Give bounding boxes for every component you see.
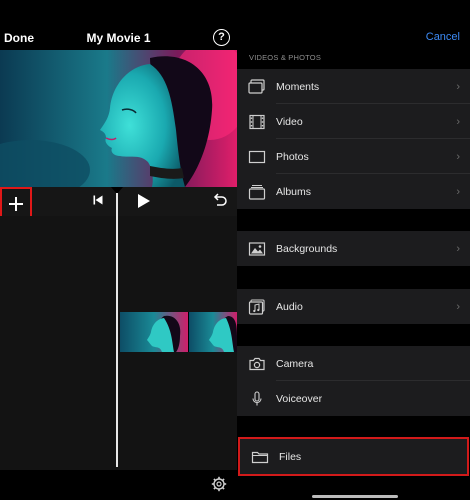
camera-icon: [248, 356, 266, 372]
photo-frame-icon: [248, 149, 266, 165]
chevron-right-icon: ›: [456, 115, 460, 128]
menu-item-backgrounds[interactable]: Backgrounds ›: [237, 231, 470, 266]
editor-header: Done My Movie 1 ?: [0, 0, 237, 50]
chevron-right-icon: ›: [456, 242, 460, 255]
play-icon[interactable]: [137, 193, 151, 209]
menu-item-label: Photos: [276, 150, 309, 163]
menu-item-camera[interactable]: Camera: [237, 346, 470, 381]
timeline[interactable]: [0, 216, 237, 470]
gear-icon[interactable]: [211, 476, 227, 492]
albums-icon: [248, 184, 266, 200]
skip-to-start-icon[interactable]: [92, 194, 104, 206]
playhead-line[interactable]: [116, 193, 118, 467]
clip-thumbnails: [120, 312, 237, 352]
movie-editor: Done My Movie 1 ?: [0, 0, 237, 500]
menu-item-label: Backgrounds: [276, 242, 338, 255]
cancel-button[interactable]: Cancel: [426, 31, 460, 43]
menu-item-label: Audio: [276, 300, 303, 313]
chevron-right-icon: ›: [456, 300, 460, 313]
video-preview: [0, 50, 237, 187]
chevron-right-icon: ›: [456, 185, 460, 198]
preview-frame-image: [0, 50, 237, 187]
files-group: Files: [238, 437, 469, 476]
backgrounds-group: Backgrounds ›: [237, 231, 470, 266]
folder-icon: [251, 449, 269, 465]
menu-item-label: Albums: [276, 185, 312, 198]
microphone-icon: [248, 390, 266, 407]
menu-item-photos[interactable]: Photos ›: [237, 139, 470, 174]
menu-item-label: Camera: [276, 357, 314, 370]
media-browser: Cancel VIDEOS & PHOTOS Moments › Video ›…: [237, 0, 470, 500]
help-button[interactable]: ?: [213, 29, 230, 46]
menu-item-files[interactable]: Files: [240, 439, 467, 474]
recording-group: Camera Voiceover: [237, 346, 470, 416]
section-header: VIDEOS & PHOTOS: [249, 53, 322, 62]
film-strip-icon: [248, 114, 266, 130]
home-indicator: [312, 495, 398, 498]
videos-photos-group: Moments › Video › Photos › Albums ›: [237, 69, 470, 209]
timeline-video-clip[interactable]: [120, 312, 237, 352]
project-title: My Movie 1: [86, 31, 151, 45]
undo-icon[interactable]: [212, 192, 228, 208]
menu-item-label: Voiceover: [276, 392, 323, 405]
menu-item-video[interactable]: Video ›: [237, 104, 470, 139]
editor-bottom-bar: [0, 470, 237, 500]
menu-item-label: Video: [276, 115, 303, 128]
menu-item-voiceover[interactable]: Voiceover: [237, 381, 470, 416]
menu-item-audio[interactable]: Audio ›: [237, 289, 470, 324]
image-icon: [248, 241, 266, 257]
music-note-icon: [248, 298, 266, 315]
menu-item-albums[interactable]: Albums ›: [237, 174, 470, 209]
chevron-right-icon: ›: [456, 150, 460, 163]
menu-item-moments[interactable]: Moments ›: [237, 69, 470, 104]
audio-group: Audio ›: [237, 289, 470, 324]
chevron-right-icon: ›: [456, 80, 460, 93]
menu-item-label: Files: [279, 450, 302, 463]
menu-item-label: Moments: [276, 80, 320, 93]
moments-icon: [248, 78, 266, 95]
